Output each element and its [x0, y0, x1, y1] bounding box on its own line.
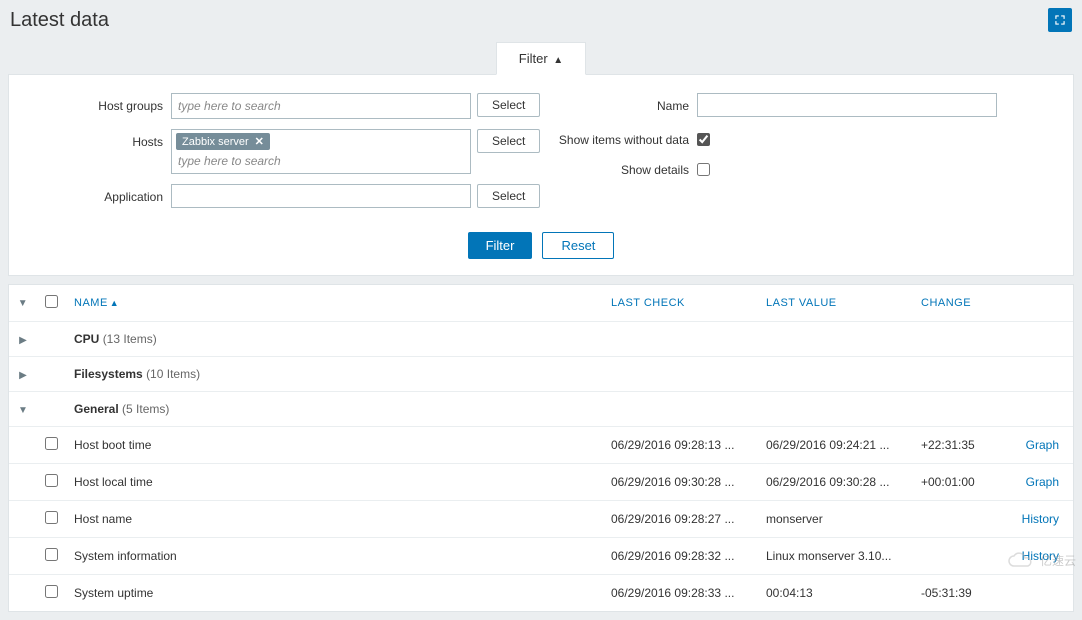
filter-panel: Host groups type here to search Select H…: [8, 74, 1074, 276]
triangle-up-icon: ▲: [553, 55, 563, 66]
item-last-value: monserver: [758, 501, 913, 538]
item-change: [913, 538, 1013, 575]
row-checkbox[interactable]: [45, 437, 58, 450]
show-details-label: Show details: [541, 157, 697, 177]
name-input[interactable]: [697, 93, 997, 117]
expand-icon[interactable]: ▶: [19, 370, 27, 381]
application-select-button[interactable]: Select: [477, 184, 540, 208]
column-header-change[interactable]: Change: [913, 285, 1013, 322]
show-without-data-checkbox[interactable]: [697, 133, 710, 146]
item-last-value: Linux monserver 3.10...: [758, 538, 913, 575]
page-title: Latest data: [10, 9, 109, 32]
item-last-value: 06/29/2016 09:30:28 ...: [758, 464, 913, 501]
item-last-check: 06/29/2016 09:28:27 ...: [603, 501, 758, 538]
row-checkbox[interactable]: [45, 474, 58, 487]
item-name: Host boot time: [66, 427, 603, 464]
host-tag-label: Zabbix server: [182, 136, 249, 148]
item-name: System uptime: [66, 575, 603, 612]
host-tag[interactable]: Zabbix server ✕: [176, 133, 270, 150]
hosts-label: Hosts: [21, 129, 171, 149]
fullscreen-button[interactable]: [1048, 8, 1072, 32]
host-groups-select-button[interactable]: Select: [477, 93, 540, 117]
item-last-check: 06/29/2016 09:28:13 ...: [603, 427, 758, 464]
application-input[interactable]: [171, 184, 471, 208]
item-last-value: 00:04:13: [758, 575, 913, 612]
graph-link[interactable]: Graph: [1026, 475, 1059, 489]
sort-asc-icon: ▲: [110, 298, 119, 308]
data-table: ▼ Name▲ Last check Last value Change ▶ C…: [9, 285, 1073, 611]
table-row: Host name 06/29/2016 09:28:27 ... monser…: [9, 501, 1073, 538]
data-table-container: ▼ Name▲ Last check Last value Change ▶ C…: [8, 284, 1074, 612]
column-header-name[interactable]: Name▲: [66, 285, 603, 322]
group-count: (5 Items): [122, 402, 169, 416]
table-row: Host boot time 06/29/2016 09:28:13 ... 0…: [9, 427, 1073, 464]
item-change: [913, 501, 1013, 538]
collapse-all-icon[interactable]: ▼: [18, 298, 28, 309]
item-change: -05:31:39: [913, 575, 1013, 612]
cloud-icon: [1006, 550, 1036, 570]
row-checkbox[interactable]: [45, 585, 58, 598]
show-without-data-label: Show items without data: [541, 127, 697, 147]
reset-button[interactable]: Reset: [542, 232, 614, 259]
item-name: Host name: [66, 501, 603, 538]
filter-button[interactable]: Filter: [468, 232, 533, 259]
application-label: Application: [21, 184, 171, 204]
item-name: System information: [66, 538, 603, 575]
name-label: Name: [541, 93, 697, 113]
item-change: +22:31:35: [913, 427, 1013, 464]
table-row: System uptime 06/29/2016 09:28:33 ... 00…: [9, 575, 1073, 612]
item-last-value: 06/29/2016 09:24:21 ...: [758, 427, 913, 464]
group-count: (13 Items): [103, 332, 157, 346]
history-link[interactable]: History: [1022, 512, 1059, 526]
hosts-placeholder: type here to search: [176, 151, 466, 171]
hosts-select-button[interactable]: Select: [477, 129, 540, 153]
filter-tab-label: Filter: [519, 51, 548, 66]
collapse-icon[interactable]: ▼: [18, 405, 28, 416]
group-name: Filesystems: [74, 367, 143, 381]
select-all-checkbox[interactable]: [45, 295, 58, 308]
watermark: 亿速云: [1006, 550, 1076, 570]
column-header-last-value[interactable]: Last value: [758, 285, 913, 322]
group-name: General: [74, 402, 119, 416]
group-row: ▼ General (5 Items): [9, 392, 1073, 427]
group-row: ▶ CPU (13 Items): [9, 322, 1073, 357]
table-row: Host local time 06/29/2016 09:30:28 ... …: [9, 464, 1073, 501]
show-details-checkbox[interactable]: [697, 163, 710, 176]
close-icon[interactable]: ✕: [255, 135, 264, 148]
fullscreen-icon: [1053, 13, 1067, 27]
column-header-last-check[interactable]: Last check: [603, 285, 758, 322]
graph-link[interactable]: Graph: [1026, 438, 1059, 452]
item-name: Host local time: [66, 464, 603, 501]
item-change: +00:01:00: [913, 464, 1013, 501]
table-row: System information 06/29/2016 09:28:32 .…: [9, 538, 1073, 575]
host-groups-label: Host groups: [21, 93, 171, 113]
expand-icon[interactable]: ▶: [19, 335, 27, 346]
row-checkbox[interactable]: [45, 511, 58, 524]
item-last-check: 06/29/2016 09:30:28 ...: [603, 464, 758, 501]
host-groups-input[interactable]: type here to search: [171, 93, 471, 119]
row-checkbox[interactable]: [45, 548, 58, 561]
host-groups-placeholder: type here to search: [176, 96, 466, 116]
hosts-input[interactable]: Zabbix server ✕ type here to search: [171, 129, 471, 174]
group-name: CPU: [74, 332, 99, 346]
group-row: ▶ Filesystems (10 Items): [9, 357, 1073, 392]
filter-tab[interactable]: Filter ▲: [496, 42, 586, 75]
item-last-check: 06/29/2016 09:28:32 ...: [603, 538, 758, 575]
item-last-check: 06/29/2016 09:28:33 ...: [603, 575, 758, 612]
group-count: (10 Items): [146, 367, 200, 381]
